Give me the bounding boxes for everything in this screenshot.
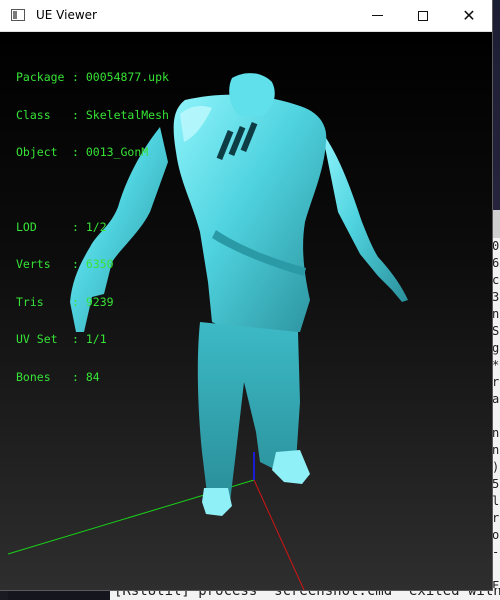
3d-viewport[interactable]: Package: 00054877.upk Class: SkeletalMes… — [0, 32, 492, 590]
console-char: 6 — [492, 256, 500, 270]
console-char: ) — [492, 460, 500, 474]
info-row-object: Object: 0013_GonM — [16, 145, 149, 159]
info-row-class: Class: SkeletalMesh — [16, 107, 169, 122]
ue-viewer-window[interactable]: UE Viewer ✕ Package: 00054877.upk Class… — [0, 0, 492, 590]
info-spacer — [16, 184, 169, 196]
info-row-tris: Tris: 9239 — [16, 294, 114, 309]
console-char: - — [492, 545, 500, 559]
minimize-button[interactable] — [354, 0, 400, 31]
console-char: l — [492, 494, 500, 508]
console-char: S — [492, 324, 500, 338]
console-char: n — [492, 307, 500, 321]
close-button[interactable]: ✕ — [446, 0, 492, 31]
console-char: 0 — [492, 239, 500, 253]
console-char: n — [492, 443, 500, 457]
maximize-icon — [418, 10, 428, 21]
console-char: 3 — [492, 290, 500, 304]
console-char: c — [492, 273, 500, 287]
close-icon: ✕ — [462, 5, 476, 25]
console-char: r — [492, 511, 500, 525]
axis-x-line — [253, 479, 305, 590]
console-char: a — [492, 392, 500, 406]
app-window-icon — [11, 9, 25, 21]
console-char: 5 — [492, 477, 500, 491]
info-row-bones: Bones: 84 — [16, 369, 100, 384]
mesh-neck — [229, 73, 275, 116]
console-char: g — [492, 341, 500, 355]
info-row-package: Package: 00054877.upk — [16, 70, 169, 84]
console-char: * — [492, 358, 500, 372]
mesh-right-foot — [272, 450, 310, 484]
window-title: UE Viewer — [36, 8, 97, 22]
info-row-lod: LOD: 1/2 — [16, 219, 107, 234]
console-char: n — [492, 426, 500, 440]
console-char: o — [492, 528, 500, 542]
maximize-button[interactable] — [400, 0, 446, 31]
mesh-right-arm — [322, 132, 408, 302]
minimize-icon — [371, 15, 383, 16]
info-row-uvset: UV Set: 1/1 — [16, 332, 107, 346]
title-bar[interactable]: UE Viewer ✕ — [0, 0, 492, 32]
mesh-info-panel: Package: 00054877.upk Class: SkeletalMes… — [16, 46, 169, 408]
mesh-left-foot — [202, 488, 232, 516]
info-row-verts: Verts: 6350 — [16, 257, 114, 271]
console-char: r — [492, 375, 500, 389]
